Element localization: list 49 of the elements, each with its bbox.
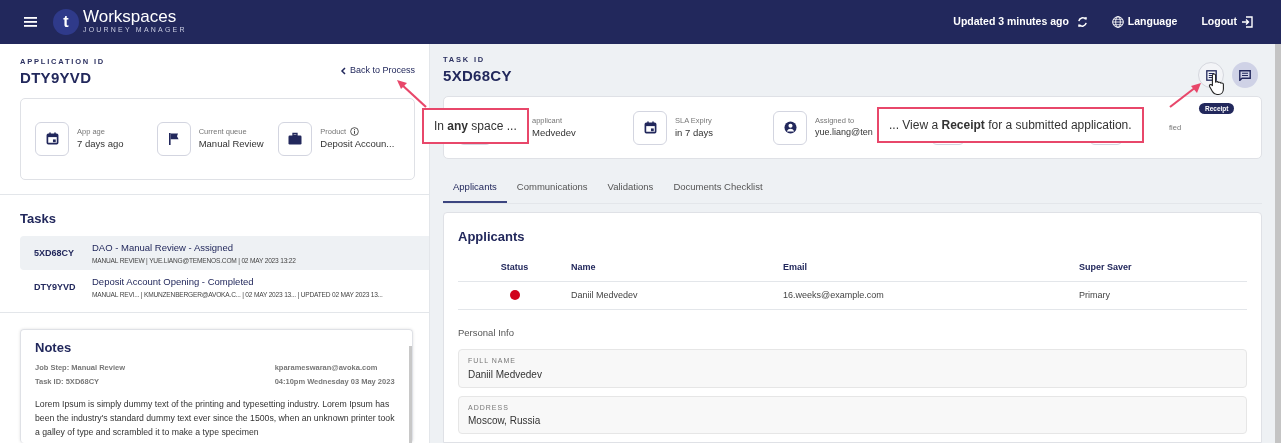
chevron-left-icon [339,66,346,75]
summary-value: Manual Review [198,137,264,152]
callout-arrow [397,80,427,108]
page-scrollbar[interactable] [1275,44,1281,443]
logo-mark: t [53,9,79,35]
table-cell: 16.weeks@example.com [783,288,884,302]
briefcase-icon [288,132,303,146]
task-id: 5XD68CY [443,66,512,87]
notes-scrollbar[interactable] [408,345,412,443]
menu-icon[interactable] [24,17,37,27]
column-header: Super Saver [1079,261,1133,274]
summary-value: yue.liang@ten [815,126,873,140]
logout-link[interactable]: Logout [1201,14,1253,30]
refresh-icon[interactable] [1076,16,1088,28]
notes-button[interactable] [1232,62,1258,88]
calendar-icon [643,121,657,134]
column-header: Status [500,261,529,274]
logout-icon [1241,16,1253,28]
section-heading: Personal Info [458,325,515,340]
back-link[interactable]: Back to Process [339,64,415,78]
callout-box: In any space ... [422,108,529,144]
callout-arrow [1169,83,1201,108]
summary-value: Medvedev [532,126,576,140]
calendar-icon [45,132,59,146]
notes-heading: Notes [35,338,73,357]
application-id: DTY9YVD [20,68,93,89]
update-status: Updated 3 minutes ago [953,14,1069,30]
callout-box: ... View a Receipt for a submitted application. [877,107,1144,143]
tasks-heading: Tasks [20,209,57,228]
chat-icon [1239,69,1251,81]
flag-icon [167,132,180,146]
column-header: Name [571,261,597,274]
globe-icon [1111,16,1124,28]
summary-value: in 7 days [675,126,714,140]
tab[interactable]: Applicants [443,175,507,204]
column-header: Email [783,261,808,274]
tab[interactable]: Communications [506,175,598,204]
language-link[interactable]: Language [1111,14,1178,30]
note-text: Lorem Ipsum is simply dummy text of the printing and typesetting industry. Lorem Ipsum has been the industry's standard dummy text ever since the 1500s, when an unknown printer took a galley of type and scrambled it to make a type specimen [35,398,395,440]
tab[interactable]: Documents Checklist [663,175,773,204]
person-icon [783,121,797,134]
info-icon[interactable] [350,127,360,137]
applicants-heading: Applicants [458,228,526,247]
summary-value: Deposit Accoun... [320,137,395,152]
table-cell: Primary [1079,288,1110,302]
brand-name: Workspaces [83,8,178,26]
tab[interactable]: Validations [597,175,664,204]
summary-value: 7 days ago [77,137,124,152]
table-cell: Daniil Medvedev [571,288,638,302]
